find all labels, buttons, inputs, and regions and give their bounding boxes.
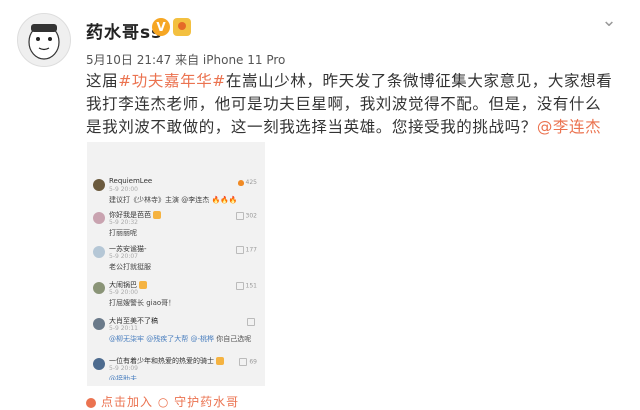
thumb-icon [235, 282, 244, 290]
topic-link[interactable]: #功夫嘉年华# [118, 72, 226, 90]
comment-time: 5-9 20:07 [109, 253, 138, 260]
badge-icon [153, 211, 161, 219]
fan-badge-icon[interactable] [173, 18, 191, 36]
like-count: 302 [245, 212, 257, 220]
embedded-screenshot[interactable]: RequiemLee 5-9 20:00 建议打《少林寺》主演 @李连杰 🔥🔥🔥… [87, 142, 265, 386]
comment-avatar [93, 282, 105, 294]
like-count: 425 [245, 179, 257, 186]
comment-avatar [93, 358, 105, 370]
mention: @柳无柒牢 [109, 335, 144, 343]
screenshot-cut-top [87, 142, 265, 155]
comment-likes: 177 [235, 246, 257, 254]
comment-likes: 69 [239, 358, 257, 366]
comment-avatar [93, 179, 105, 191]
comment-name-text: 你好我是芭芭 [109, 211, 151, 219]
mention-link[interactable]: @李连杰 [537, 118, 601, 136]
post-meta: 5月10日 21:47 来自 iPhone 11 Pro [86, 53, 286, 67]
comment-name-text: 一位有着少年和热爱的热爱的骑士 [109, 357, 214, 365]
comment-text: 老公打就挺服 [109, 263, 151, 271]
comment-text: 打丽丽呢 [109, 229, 137, 237]
like-count: 69 [249, 358, 257, 366]
comment-time: 5-9 20:00 [109, 289, 138, 296]
comment-text: 建议打《少林寺》主演 @李连杰 🔥🔥🔥 [109, 196, 238, 204]
comment-avatar [93, 318, 105, 330]
like-count: 151 [245, 282, 257, 290]
comment-time: 5-9 20:11 [109, 325, 138, 332]
comment-time: 5-9 20:00 [109, 186, 138, 193]
badge-icon [139, 281, 147, 289]
thumb-icon [239, 358, 248, 366]
comment-name: RequiemLee [109, 177, 153, 185]
avatar-icon [18, 14, 70, 66]
post-content: 这届#功夫嘉年华#在嵩山少林，昨天发了条微博征集大家意见，大家想看我打李连杰老师… [86, 70, 616, 139]
mention-row: @柳无柒牢 @残疾了大帮 @-桃桦 你自己选呢 [109, 334, 251, 344]
comment-likes: 425 [237, 179, 257, 186]
comment-time: 5-9 20:32 [109, 219, 138, 226]
badge-icon [216, 357, 224, 365]
comment-avatar [93, 212, 105, 224]
mention-text: 你自己选呢 [216, 335, 252, 343]
thumb-icon [235, 246, 244, 254]
mention: @-桃桦 [190, 335, 214, 343]
verified-icon: V [152, 18, 170, 36]
footer-link-text[interactable]: 点击加入 ○ 守护药水哥 [101, 395, 239, 409]
flower-icon [86, 397, 96, 408]
comment-likes: 151 [235, 282, 257, 290]
mention: @残疾了大帮 [146, 335, 189, 343]
comment-name-text: 大闹锅巴 [109, 281, 137, 289]
comment-avatar [93, 246, 105, 258]
like-count: 177 [245, 246, 257, 254]
screenshot-cut-bottom [87, 380, 265, 386]
comment-likes [247, 318, 257, 326]
thumb-icon [247, 318, 255, 326]
avatar[interactable] [17, 13, 71, 67]
comment-time: 5-9 20:09 [109, 365, 138, 372]
comment-text: 打屈嫂警长 giao哥！ [109, 299, 176, 307]
thumb-icon [235, 212, 244, 220]
flame-icon [237, 179, 244, 186]
content-text-1: 这届 [86, 72, 119, 90]
chevron-down-icon[interactable]: ⌄ [600, 12, 618, 30]
footer-link[interactable]: 点击加入 ○ 守护药水哥 [86, 393, 239, 410]
username[interactable]: 药水哥ss [86, 18, 162, 43]
comment-likes: 302 [235, 212, 257, 220]
